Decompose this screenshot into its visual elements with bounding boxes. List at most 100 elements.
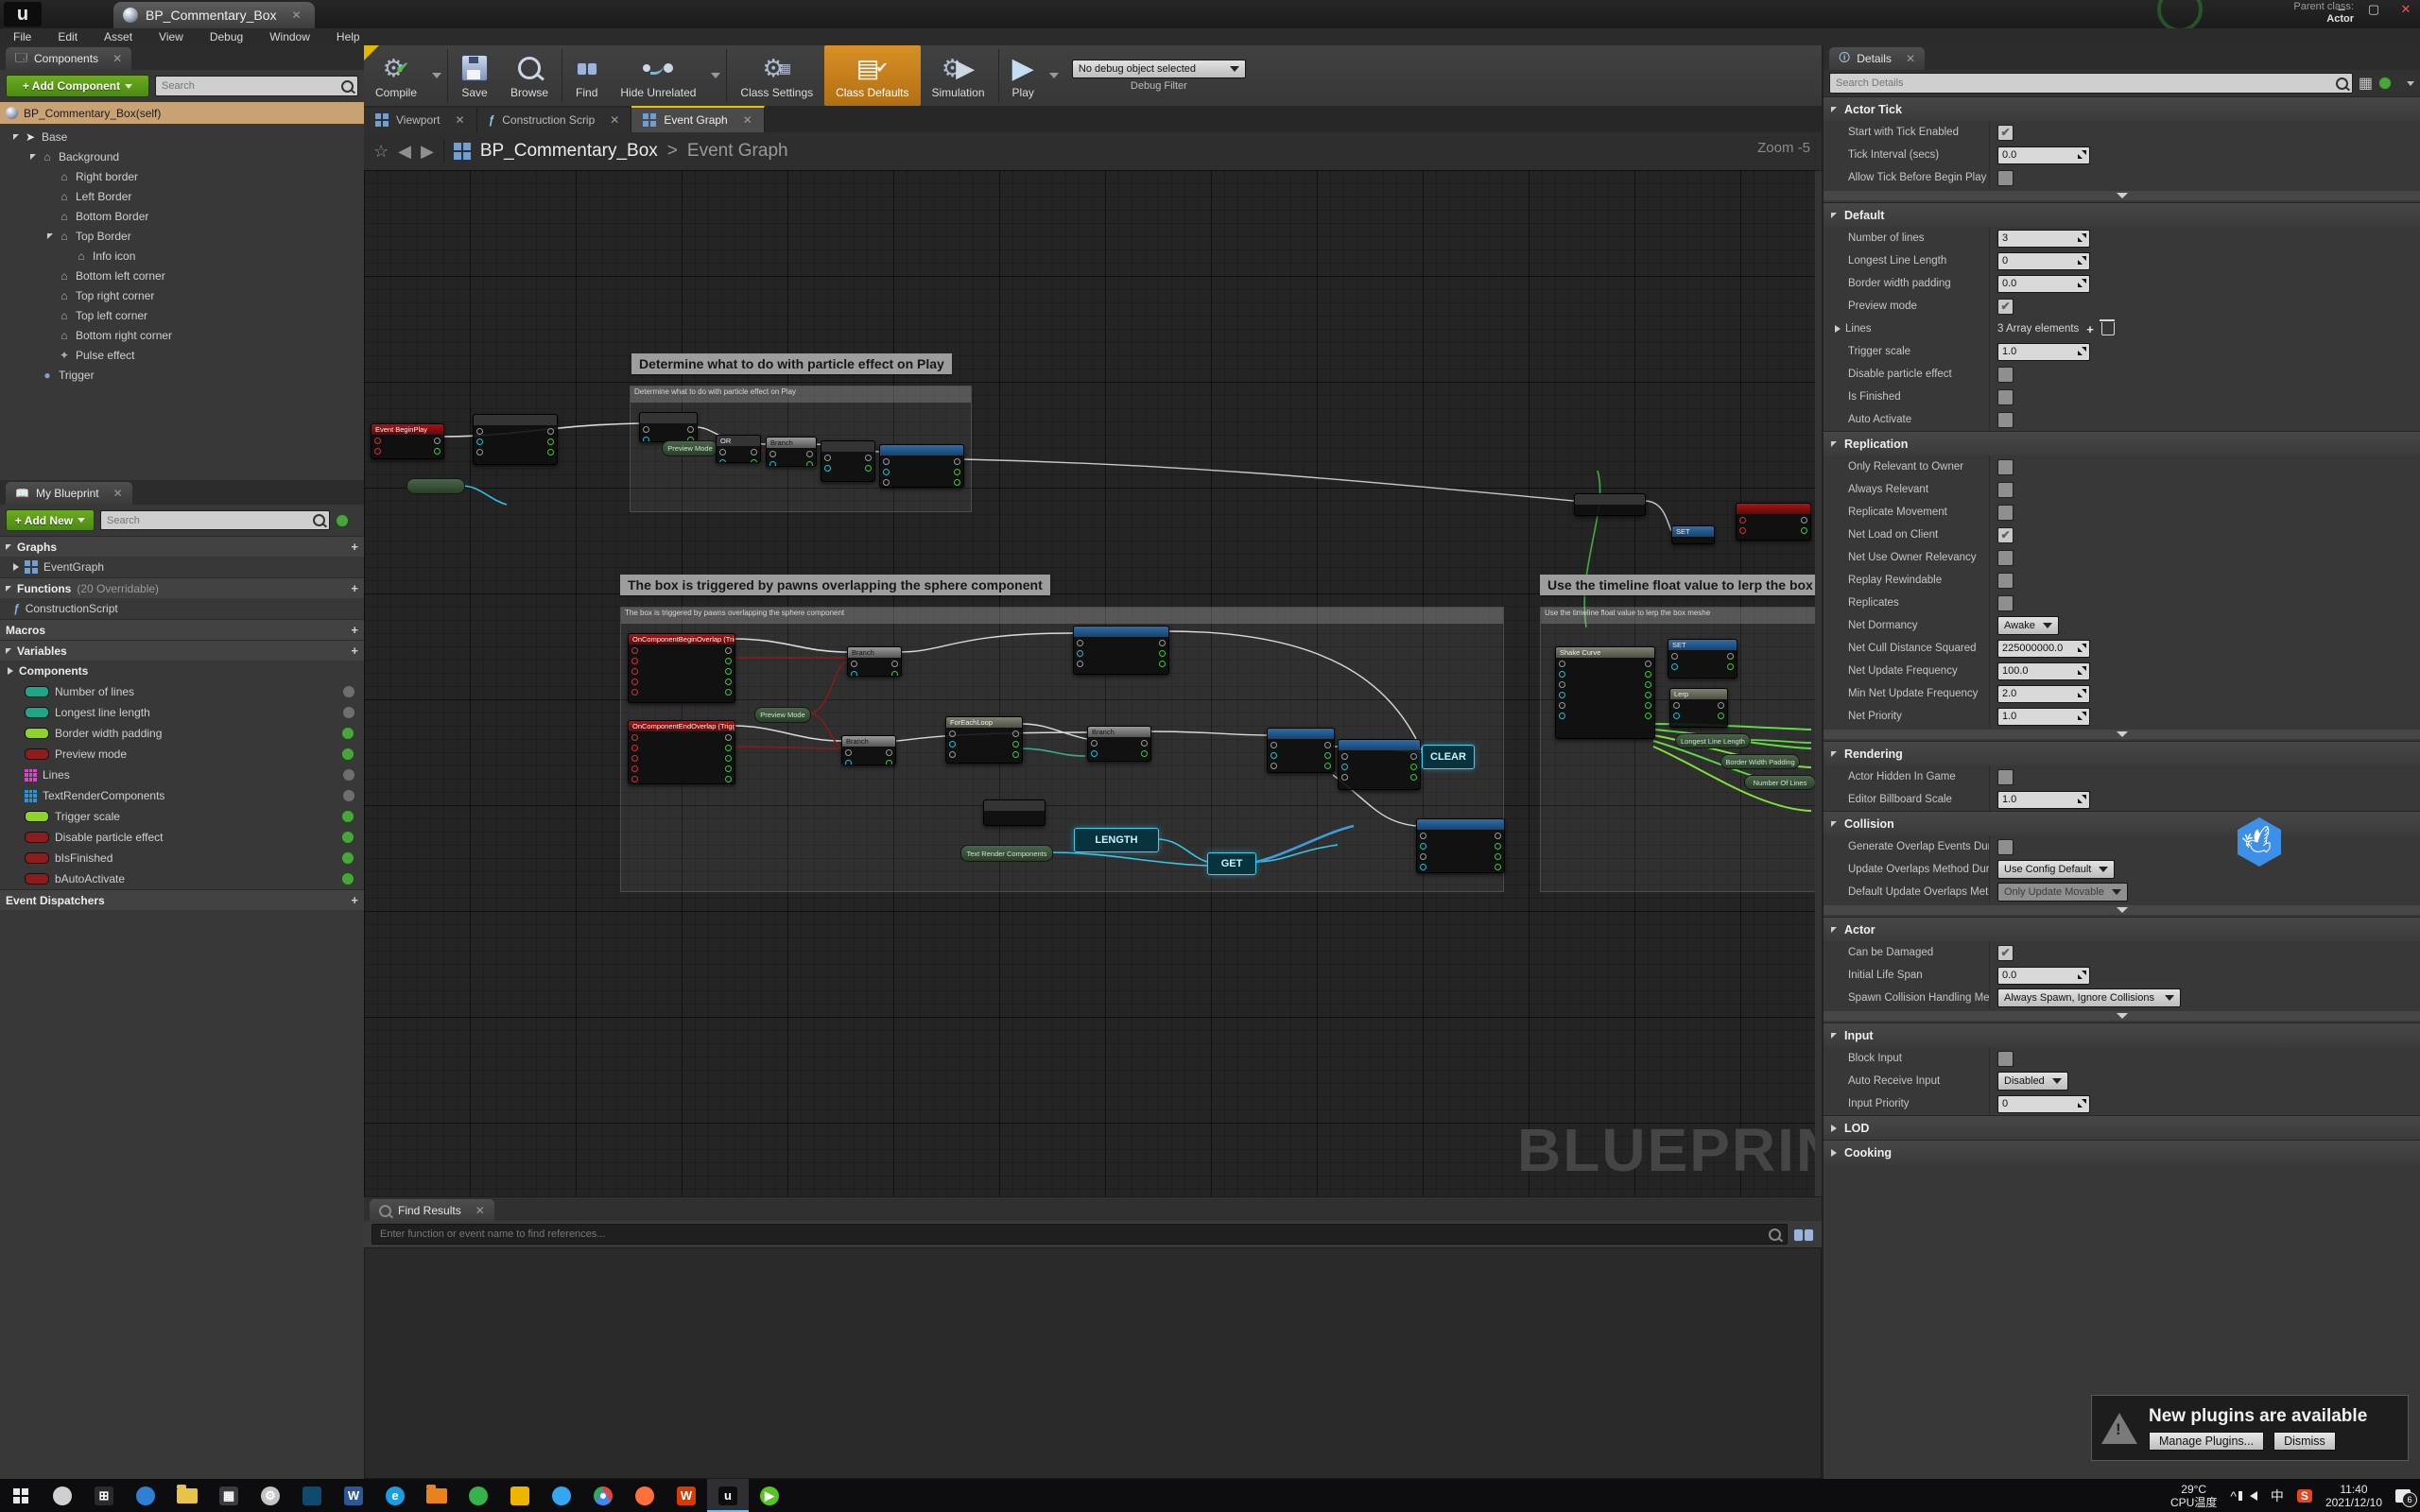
pin-icon[interactable]: [1270, 752, 1277, 759]
hide-unrelated-options-chevron[interactable]: [711, 73, 720, 78]
component-item[interactable]: ⌂Bottom Border: [0, 206, 364, 226]
pin-icon[interactable]: [476, 438, 483, 445]
pin-icon[interactable]: [725, 745, 732, 751]
variable-item[interactable]: Lines: [0, 765, 364, 785]
component-self-row[interactable]: BP_Commentary_Box(self): [0, 102, 364, 124]
details-tab-close-icon[interactable]: ✕: [1906, 52, 1915, 65]
pin-icon[interactable]: [1495, 853, 1501, 860]
pin-icon[interactable]: [851, 671, 857, 677]
pin-icon[interactable]: [1420, 843, 1426, 850]
resize-handle-icon[interactable]: [2078, 233, 2086, 242]
expanded-arrow-icon[interactable]: [1831, 821, 1837, 827]
pin-icon[interactable]: [1159, 650, 1166, 657]
pin-icon[interactable]: [725, 689, 732, 696]
comment-title-bubble[interactable]: Determine what to do with particle effec…: [631, 353, 952, 374]
expanded-arrow-icon[interactable]: [1831, 751, 1837, 757]
number-input[interactable]: 100.0: [1997, 662, 2090, 680]
graph-node[interactable]: ForEachLoop: [945, 716, 1023, 764]
pin-icon[interactable]: [751, 449, 757, 455]
pin-icon[interactable]: [851, 661, 857, 667]
checkbox[interactable]: ✔: [1997, 125, 2014, 141]
pin-icon[interactable]: [1495, 864, 1501, 870]
number-input[interactable]: 0: [1997, 1095, 2090, 1113]
pin-icon[interactable]: [1645, 713, 1651, 719]
variable-item[interactable]: Longest line length: [0, 702, 364, 723]
pin-icon[interactable]: [547, 449, 554, 455]
variable-item[interactable]: Disable particle effect: [0, 827, 364, 848]
asset-tab-close-icon[interactable]: ✕: [292, 9, 302, 22]
expanded-arrow-icon[interactable]: [13, 134, 19, 140]
components-tab-close-icon[interactable]: ✕: [112, 52, 122, 65]
construction-script-item[interactable]: ƒ ConstructionScript: [0, 598, 364, 619]
number-input[interactable]: 0.0: [1997, 967, 2090, 985]
clear-array-icon[interactable]: [2101, 322, 2115, 335]
dropdown[interactable]: Always Spawn, Ignore Collisions: [1997, 988, 2181, 1007]
graph-node[interactable]: [821, 440, 875, 482]
number-input[interactable]: 1.0: [1997, 791, 2090, 809]
ime-indicator[interactable]: 中: [2271, 1486, 2284, 1505]
menu-item-edit[interactable]: Edit: [44, 30, 91, 43]
pin-icon[interactable]: [1495, 833, 1501, 839]
variable-get-node[interactable]: Text Render Components: [960, 845, 1053, 862]
variable-item[interactable]: TextRenderComponents: [0, 785, 364, 806]
tab-close-icon[interactable]: ✕: [610, 113, 619, 127]
pin-icon[interactable]: [883, 458, 890, 465]
pin-icon[interactable]: [725, 765, 732, 772]
pin-icon[interactable]: [886, 760, 892, 765]
variable-item[interactable]: Preview mode: [0, 744, 364, 765]
pin-icon[interactable]: [687, 426, 694, 433]
pin-icon[interactable]: [1559, 692, 1565, 698]
pin-icon[interactable]: [547, 428, 554, 435]
pin-icon[interactable]: [1718, 713, 1724, 719]
add-dispatcher-icon[interactable]: +: [351, 893, 358, 907]
taskbar-icon-search[interactable]: [42, 1479, 83, 1512]
pin-icon[interactable]: [1341, 774, 1348, 781]
pin-icon[interactable]: [476, 428, 483, 435]
pin-icon[interactable]: [1270, 742, 1277, 748]
graph-node[interactable]: [1073, 626, 1169, 675]
pin-icon[interactable]: [824, 465, 831, 472]
resize-handle-icon[interactable]: [2078, 689, 2086, 697]
collapsed-arrow-icon[interactable]: [13, 563, 19, 571]
component-item[interactable]: ⌂Top left corner: [0, 305, 364, 325]
taskbar-icon-folder-orange[interactable]: [416, 1479, 458, 1512]
number-input[interactable]: 0.0: [1997, 275, 2090, 293]
resize-handle-icon[interactable]: [2078, 1099, 2086, 1108]
expanded-arrow-icon[interactable]: [1831, 927, 1837, 933]
resize-handle-icon[interactable]: [2078, 666, 2086, 675]
find-in-blueprints-icon[interactable]: [1793, 1227, 1814, 1242]
pin-icon[interactable]: [1739, 517, 1746, 524]
details-search[interactable]: [1829, 73, 2353, 94]
component-item[interactable]: ⌂Background: [0, 146, 364, 166]
resize-handle-icon[interactable]: [2078, 279, 2086, 287]
eventgraph-item[interactable]: EventGraph: [0, 557, 364, 577]
section-header[interactable]: Input: [1824, 1023, 2420, 1047]
find-button[interactable]: Find: [564, 45, 609, 106]
branch-node[interactable]: Branch: [766, 437, 817, 467]
pin-icon[interactable]: [1559, 713, 1565, 719]
play-options-chevron[interactable]: [1049, 73, 1059, 78]
pin-icon[interactable]: [891, 661, 898, 667]
pin-icon[interactable]: [1324, 752, 1331, 759]
array-op-node[interactable]: CLEAR: [1422, 745, 1475, 769]
checkbox[interactable]: [1997, 367, 2014, 383]
component-item[interactable]: ⌂Top Border: [0, 226, 364, 246]
graph-node[interactable]: [473, 414, 558, 465]
taskbar-icon-browser-blue[interactable]: [541, 1479, 582, 1512]
variable-visibility-eye-icon[interactable]: [343, 769, 354, 781]
section-expand-strip[interactable]: [1824, 191, 2420, 200]
menu-item-asset[interactable]: Asset: [91, 30, 146, 43]
pin-icon[interactable]: [1410, 764, 1417, 770]
save-button[interactable]: Save: [450, 45, 499, 106]
branch-node[interactable]: Branch: [1087, 726, 1151, 762]
event-node[interactable]: OnComponentEndOverlap (Trigger): [628, 720, 735, 784]
event-graph-canvas[interactable]: Determine what to do with particle effec…: [364, 170, 1815, 1196]
pin-icon[interactable]: [434, 448, 441, 455]
pin-icon[interactable]: [631, 755, 638, 762]
tab-components[interactable]: 🗔 Components ✕: [6, 47, 131, 70]
section-header[interactable]: Cooking: [1824, 1141, 2420, 1164]
taskbar-icon-task-view[interactable]: ⊞: [83, 1479, 125, 1512]
menu-item-view[interactable]: View: [146, 30, 197, 43]
section-header[interactable]: Actor Tick: [1824, 97, 2420, 121]
pin-icon[interactable]: [751, 459, 757, 463]
